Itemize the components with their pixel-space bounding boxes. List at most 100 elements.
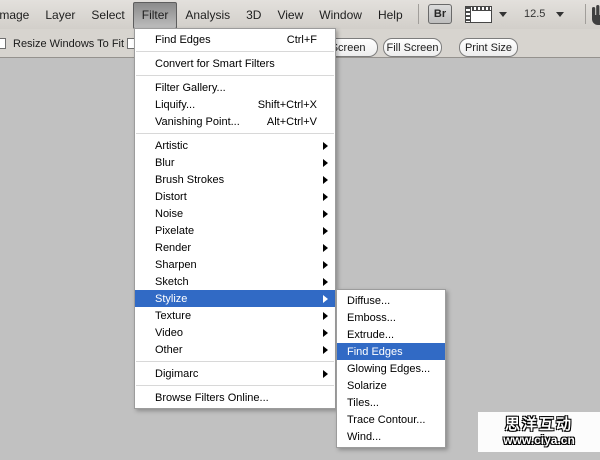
menu-item-browse-filters-online[interactable]: Browse Filters Online... (135, 389, 335, 406)
submenu-arrow-icon (323, 142, 328, 150)
submenu-item-solarize[interactable]: Solarize (337, 377, 445, 394)
submenu-item-emboss[interactable]: Emboss... (337, 309, 445, 326)
menu-item-pixelate[interactable]: Pixelate (135, 222, 335, 239)
menu-item-texture[interactable]: Texture (135, 307, 335, 324)
menu-item-label: Trace Contour... (347, 414, 425, 426)
menu-separator (136, 51, 334, 52)
fill-screen-button[interactable]: Fill Screen (383, 38, 442, 57)
menu-item-label: Emboss... (347, 312, 396, 324)
menu-item-sketch[interactable]: Sketch (135, 273, 335, 290)
menu-item-label: Convert for Smart Filters (155, 58, 275, 70)
submenu-item-diffuse[interactable]: Diffuse... (337, 292, 445, 309)
menubar-item-help[interactable]: Help (370, 0, 411, 29)
menu-item-label: Filter Gallery... (155, 82, 226, 94)
zoom-level-value[interactable]: 12.5 (524, 8, 545, 20)
submenu-arrow-icon (323, 244, 328, 252)
film-strip-edge (466, 7, 471, 22)
menu-separator (136, 133, 334, 134)
toolbar-divider (585, 4, 586, 24)
watermark: 思洋互动 www.ciya.cn (478, 412, 600, 452)
menubar-item-layer[interactable]: Layer (37, 0, 83, 29)
menu-item-label: Noise (155, 208, 183, 220)
menu-item-label: Liquify... (155, 99, 195, 111)
menu-item-label: Sketch (155, 276, 189, 288)
menubar-item-select[interactable]: Select (83, 0, 132, 29)
menu-item-filter-gallery[interactable]: Filter Gallery... (135, 79, 335, 96)
submenu-arrow-icon (323, 329, 328, 337)
menu-item-label: Other (155, 344, 183, 356)
submenu-arrow-icon (323, 295, 328, 303)
menu-item-distort[interactable]: Distort (135, 188, 335, 205)
submenu-arrow-icon (323, 346, 328, 354)
menu-separator (136, 361, 334, 362)
menu-item-liquify[interactable]: Liquify... Shift+Ctrl+X (135, 96, 335, 113)
print-size-button[interactable]: Print Size (459, 38, 518, 57)
menu-item-label: Find Edges (155, 34, 211, 46)
menu-item-label: Stylize (155, 293, 187, 305)
menu-separator (136, 75, 334, 76)
menu-item-label: Vanishing Point... (155, 116, 240, 128)
toolbar-divider (418, 4, 419, 24)
submenu-arrow-icon (323, 312, 328, 320)
launch-bridge-button[interactable]: Br (428, 4, 452, 24)
hand-tool-icon[interactable] (589, 3, 600, 26)
submenu-item-find-edges[interactable]: Find Edges (337, 343, 445, 360)
menu-item-label: Browse Filters Online... (155, 392, 269, 404)
submenu-arrow-icon (323, 227, 328, 235)
menu-item-label: Wind... (347, 431, 381, 443)
menu-item-render[interactable]: Render (135, 239, 335, 256)
menu-item-blur[interactable]: Blur (135, 154, 335, 171)
menu-item-find-edges-repeat[interactable]: Find Edges Ctrl+F (135, 31, 335, 48)
menu-item-label: Texture (155, 310, 191, 322)
resize-windows-label: Resize Windows To Fit (13, 38, 124, 50)
menubar-item-3d[interactable]: 3D (238, 0, 269, 29)
menu-item-label: Pixelate (155, 225, 194, 237)
watermark-text: 思洋互动 (505, 417, 573, 434)
menu-item-label: Video (155, 327, 183, 339)
menu-item-sharpen[interactable]: Sharpen (135, 256, 335, 273)
submenu-item-tiles[interactable]: Tiles... (337, 394, 445, 411)
submenu-arrow-icon (323, 176, 328, 184)
menu-item-label: Artistic (155, 140, 188, 152)
menubar-item-filter[interactable]: Filter (133, 2, 178, 29)
submenu-item-glowing-edges[interactable]: Glowing Edges... (337, 360, 445, 377)
menubar-item-image[interactable]: Image (0, 0, 37, 29)
view-extras-icon[interactable] (465, 6, 492, 23)
menu-item-convert-smart-filters[interactable]: Convert for Smart Filters (135, 55, 335, 72)
menu-item-label: Render (155, 242, 191, 254)
menubar-item-analysis[interactable]: Analysis (177, 0, 238, 29)
menu-item-shortcut: Ctrl+F (287, 34, 317, 46)
menu-item-video[interactable]: Video (135, 324, 335, 341)
submenu-arrow-icon (323, 278, 328, 286)
zoom-dropdown-caret-icon[interactable] (556, 12, 564, 17)
menu-item-shortcut: Shift+Ctrl+X (258, 99, 317, 111)
menu-item-vanishing-point[interactable]: Vanishing Point... Alt+Ctrl+V (135, 113, 335, 130)
extras-dropdown-caret-icon[interactable] (499, 12, 507, 17)
submenu-item-trace-contour[interactable]: Trace Contour... (337, 411, 445, 428)
menu-item-stylize[interactable]: Stylize (135, 290, 335, 307)
submenu-item-wind[interactable]: Wind... (337, 428, 445, 445)
menu-item-noise[interactable]: Noise (135, 205, 335, 222)
menu-item-digimarc[interactable]: Digimarc (135, 365, 335, 382)
submenu-arrow-icon (323, 210, 328, 218)
menu-item-label: Blur (155, 157, 175, 169)
menu-bar: Image Layer Select Filter Analysis 3D Vi… (0, 0, 600, 29)
menu-item-label: Tiles... (347, 397, 379, 409)
submenu-item-extrude[interactable]: Extrude... (337, 326, 445, 343)
film-strip-top (472, 7, 491, 11)
watermark-url: www.ciya.cn (503, 434, 575, 447)
resize-windows-checkbox[interactable] (0, 38, 6, 49)
menu-item-label: Extrude... (347, 329, 394, 341)
submenu-arrow-icon (323, 261, 328, 269)
menu-separator (136, 385, 334, 386)
menubar-item-window[interactable]: Window (311, 0, 370, 29)
menubar-item-view[interactable]: View (269, 0, 311, 29)
submenu-arrow-icon (323, 370, 328, 378)
filter-menu: Find Edges Ctrl+F Convert for Smart Filt… (134, 28, 336, 409)
menu-item-shortcut: Alt+Ctrl+V (267, 116, 317, 128)
menu-item-label: Find Edges (347, 346, 403, 358)
menu-item-brush-strokes[interactable]: Brush Strokes (135, 171, 335, 188)
menu-item-label: Glowing Edges... (347, 363, 430, 375)
menu-item-other[interactable]: Other (135, 341, 335, 358)
menu-item-artistic[interactable]: Artistic (135, 137, 335, 154)
